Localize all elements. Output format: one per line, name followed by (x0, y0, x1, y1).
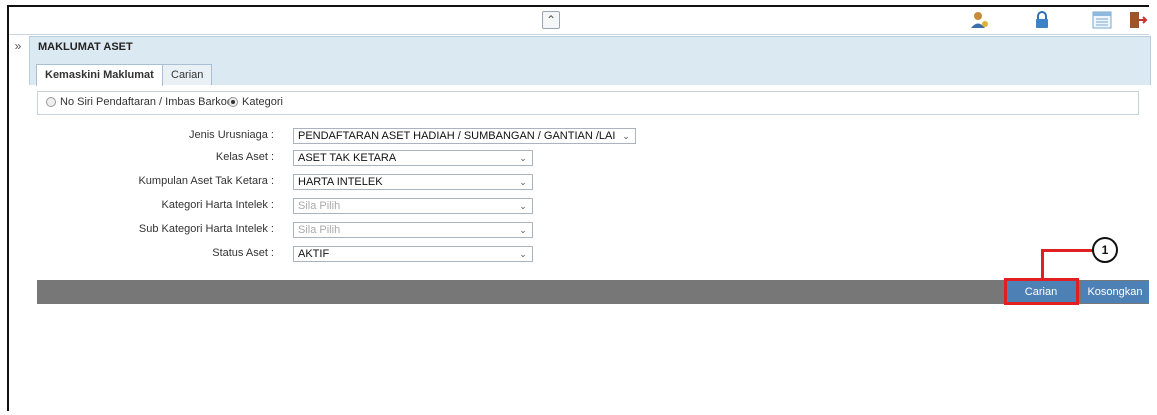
step-number-badge: 1 (1092, 237, 1118, 263)
expand-sidebar-icon[interactable]: » (9, 38, 27, 54)
app-window: ⌃ » MAKLUMAT ASET Kemaskini Maklumat Car… (7, 5, 1151, 411)
select-kumpulan-aset[interactable]: HARTA INTELEK ⌄ (293, 174, 533, 190)
lock-icon[interactable] (1031, 10, 1053, 30)
callout-line (1041, 249, 1044, 279)
tab-label: Kemaskini Maklumat (45, 69, 154, 81)
radio-label-no-siri: No Siri Pendaftaran / Imbas Barkod (60, 96, 234, 108)
radio-kategori[interactable] (228, 97, 238, 107)
top-toolbar: ⌃ (9, 7, 1149, 35)
label-status-aset: Status Aset : (212, 247, 274, 259)
select-kelas-aset[interactable]: ASET TAK KETARA ⌄ (293, 150, 533, 166)
chevron-down-icon: ⌄ (622, 131, 630, 141)
chevron-down-icon: ⌄ (519, 225, 527, 235)
double-chevron-up-icon[interactable]: ⌃ (542, 11, 560, 29)
highlight-box (1004, 278, 1079, 305)
action-bar (37, 280, 1149, 304)
tab-strip: Kemaskini Maklumat Carian (29, 59, 1151, 86)
radio-no-siri[interactable] (46, 97, 56, 107)
logout-icon[interactable] (1127, 10, 1149, 30)
select-placeholder: Sila Pilih (298, 200, 341, 212)
select-value: ASET TAK KETARA (298, 152, 397, 164)
radio-label-kategori: Kategori (242, 96, 283, 108)
label-jenis-urusniaga: Jenis Urusniaga : (189, 129, 274, 141)
panel-header: MAKLUMAT ASET (29, 36, 1151, 60)
label-kumpulan-aset: Kumpulan Aset Tak Ketara : (138, 175, 274, 187)
select-jenis-urusniaga[interactable]: PENDAFTARAN ASET HADIAH / SUMBANGAN / GA… (293, 128, 636, 144)
chevron-down-icon: ⌄ (519, 177, 527, 187)
select-value: PENDAFTARAN ASET HADIAH / SUMBANGAN / GA… (298, 130, 616, 142)
select-status-aset[interactable]: AKTIF ⌄ (293, 246, 533, 262)
kosongkan-button[interactable]: Kosongkan (1081, 281, 1149, 303)
select-value: AKTIF (298, 248, 330, 260)
panel-title: MAKLUMAT ASET (38, 41, 133, 53)
tab-kemaskini-maklumat[interactable]: Kemaskini Maklumat (36, 64, 163, 86)
search-mode-options: No Siri Pendaftaran / Imbas Barkod Kateg… (37, 91, 1139, 115)
calendar-list-icon[interactable] (1091, 10, 1113, 30)
select-kategori-harta[interactable]: Sila Pilih ⌄ (293, 198, 533, 214)
select-placeholder: Sila Pilih (298, 224, 341, 236)
label-kelas-aset: Kelas Aset : (215, 151, 274, 163)
chevron-down-icon: ⌄ (519, 201, 527, 211)
tab-carian[interactable]: Carian (162, 64, 213, 85)
label-sub-kategori-harta: Sub Kategori Harta Intelek : (138, 223, 274, 235)
tab-label: Carian (171, 69, 204, 81)
chevron-down-icon: ⌄ (519, 153, 527, 163)
callout-line (1041, 249, 1095, 252)
select-value: HARTA INTELEK (298, 176, 383, 188)
label-kategori-harta: Kategori Harta Intelek : (161, 199, 274, 211)
user-profile-icon[interactable] (969, 10, 991, 30)
select-sub-kategori-harta[interactable]: Sila Pilih ⌄ (293, 222, 533, 238)
chevron-down-icon: ⌄ (519, 249, 527, 259)
